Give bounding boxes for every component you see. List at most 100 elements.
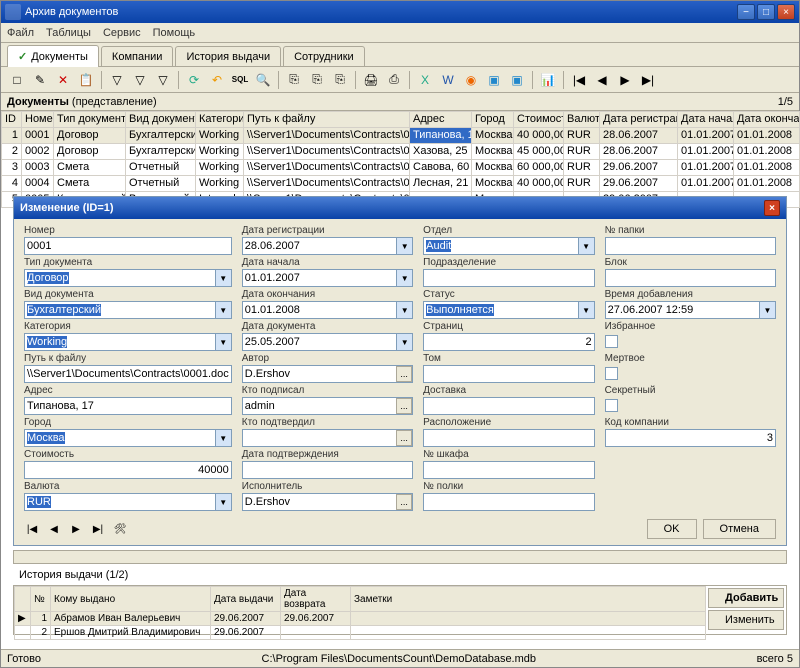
minimize-button[interactable]: −: [737, 4, 755, 20]
cell[interactable]: RUR: [564, 160, 600, 176]
cell[interactable]: 45 000,00: [514, 144, 564, 160]
panel-close-button[interactable]: ×: [764, 200, 780, 216]
gorod-input[interactable]: Москва: [24, 429, 232, 447]
filter-icon[interactable]: ▽: [107, 70, 127, 90]
sub-col-header[interactable]: Заметки: [351, 587, 706, 612]
menu-help[interactable]: Помощь: [153, 27, 196, 39]
sub-cell[interactable]: Ершов Дмитрий Владимирович: [51, 626, 211, 640]
sub-cell[interactable]: 29.06.2007: [281, 612, 351, 626]
prev-icon[interactable]: ◀: [592, 70, 612, 90]
tab-history[interactable]: История выдачи: [175, 46, 281, 66]
cell[interactable]: 01.01.2007: [678, 144, 734, 160]
menu-tables[interactable]: Таблицы: [46, 27, 91, 39]
copy3-icon[interactable]: ⎘: [330, 70, 350, 90]
panel-first-icon[interactable]: |◀: [24, 521, 40, 537]
col-header[interactable]: Тип документа: [54, 112, 126, 128]
ktop-input[interactable]: admin...: [242, 397, 413, 415]
npol-input[interactable]: [423, 493, 594, 511]
documents-grid[interactable]: IDНомерТип документаВид документаКатегор…: [1, 111, 799, 203]
horizontal-scrollbar[interactable]: [13, 550, 787, 564]
cell[interactable]: Типанова, 17: [410, 128, 472, 144]
export-icon[interactable]: ▣: [484, 70, 504, 90]
tab-documents[interactable]: ✓Документы: [7, 45, 99, 67]
panel-tools-icon[interactable]: 🛠: [112, 521, 128, 537]
html-icon[interactable]: ◉: [461, 70, 481, 90]
copy-icon[interactable]: ⎘: [284, 70, 304, 90]
cell[interactable]: Договор: [54, 144, 126, 160]
browse-icon[interactable]: ...: [396, 366, 412, 382]
dropdown-icon[interactable]: [396, 334, 412, 350]
excel-icon[interactable]: X: [415, 70, 435, 90]
cell[interactable]: 0001: [22, 128, 54, 144]
cell[interactable]: 01.01.2008: [734, 128, 800, 144]
mert-checkbox[interactable]: [605, 367, 618, 380]
refresh-icon[interactable]: ⟳: [184, 70, 204, 90]
cell[interactable]: Working: [196, 160, 244, 176]
dreg-input[interactable]: 28.06.2007: [242, 237, 413, 255]
col-header[interactable]: Город: [472, 112, 514, 128]
cell[interactable]: RUR: [564, 176, 600, 192]
filter2-icon[interactable]: ▽: [130, 70, 150, 90]
cell[interactable]: Москва: [472, 128, 514, 144]
isp-input[interactable]: D.Ershov...: [242, 493, 413, 511]
cell[interactable]: \\Server1\Documents\Contracts\0002.doc: [244, 144, 410, 160]
cell[interactable]: 40 000,00: [514, 176, 564, 192]
typedoc-input[interactable]: Договор: [24, 269, 232, 287]
cell[interactable]: Бухгалтерский: [126, 128, 196, 144]
first-icon[interactable]: |◀: [569, 70, 589, 90]
col-header[interactable]: Категория: [196, 112, 244, 128]
cell[interactable]: 2: [2, 144, 22, 160]
nomer-input[interactable]: 0001: [24, 237, 232, 255]
export2-icon[interactable]: ▣: [507, 70, 527, 90]
dropdown-icon[interactable]: [578, 302, 594, 318]
dropdown-icon[interactable]: [396, 238, 412, 254]
col-header[interactable]: Валюта: [564, 112, 600, 128]
rasp-input[interactable]: [423, 429, 594, 447]
sub-col-header[interactable]: Кому выдано: [51, 587, 211, 612]
cell[interactable]: 28.06.2007: [600, 144, 678, 160]
cell[interactable]: Хазова, 25: [410, 144, 472, 160]
dropdown-icon[interactable]: [215, 430, 231, 446]
cell[interactable]: Москва: [472, 144, 514, 160]
sub-col-header[interactable]: №: [31, 587, 51, 612]
stran-input[interactable]: 2: [423, 333, 594, 351]
cell[interactable]: Working: [196, 128, 244, 144]
sub-col-header[interactable]: Дата выдачи: [211, 587, 281, 612]
panel-prev-icon[interactable]: ◀: [46, 521, 62, 537]
cell[interactable]: RUR: [564, 128, 600, 144]
cell[interactable]: Смета: [54, 176, 126, 192]
col-header[interactable]: Стоимость: [514, 112, 564, 128]
kodkom-input[interactable]: 3: [605, 429, 776, 447]
nshk-input[interactable]: [423, 461, 594, 479]
cell[interactable]: \\Server1\Documents\Contracts\0004.doc: [244, 176, 410, 192]
cell[interactable]: 0004: [22, 176, 54, 192]
sub-cell[interactable]: 29.06.2007: [211, 612, 281, 626]
dropdown-icon[interactable]: [396, 302, 412, 318]
sub-cell[interactable]: 29.06.2007: [211, 626, 281, 640]
dost-input[interactable]: [423, 397, 594, 415]
cell[interactable]: Working: [196, 144, 244, 160]
sub-cell[interactable]: [351, 612, 706, 626]
chart-icon[interactable]: 📊: [538, 70, 558, 90]
avtor-input[interactable]: D.Ershov...: [242, 365, 413, 383]
kateg-input[interactable]: Working: [24, 333, 232, 351]
search-icon[interactable]: 🔍: [253, 70, 273, 90]
sub-cell[interactable]: [351, 626, 706, 640]
cell[interactable]: 29.06.2007: [600, 160, 678, 176]
cell[interactable]: Москва: [472, 160, 514, 176]
ktopod-input[interactable]: ...: [242, 429, 413, 447]
sub-col-header[interactable]: Дата возврата: [281, 587, 351, 612]
tom-input[interactable]: [423, 365, 594, 383]
cancel-button[interactable]: Отмена: [703, 519, 776, 539]
otdel-input[interactable]: Audit: [423, 237, 594, 255]
dropdown-icon[interactable]: [215, 494, 231, 510]
col-header[interactable]: Вид документа: [126, 112, 196, 128]
cell[interactable]: 0003: [22, 160, 54, 176]
dropdown-icon[interactable]: [215, 302, 231, 318]
viddoc-input[interactable]: Бухгалтерский: [24, 301, 232, 319]
cell[interactable]: 29.06.2007: [600, 176, 678, 192]
cell[interactable]: 01.01.2007: [678, 160, 734, 176]
close-button[interactable]: ×: [777, 4, 795, 20]
stoim-input[interactable]: 40000: [24, 461, 232, 479]
print-icon[interactable]: 🖨: [361, 70, 381, 90]
